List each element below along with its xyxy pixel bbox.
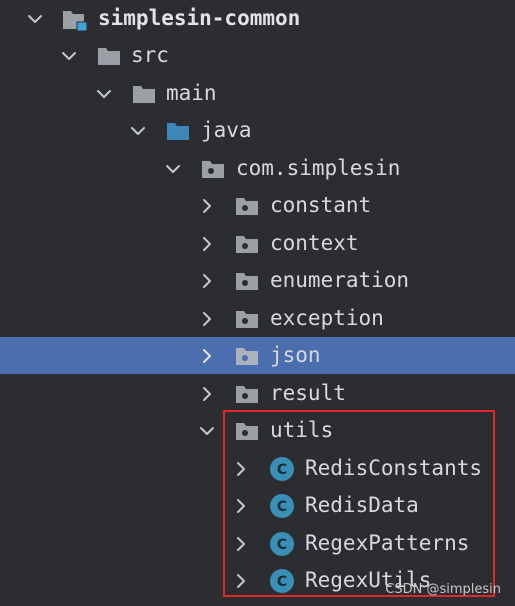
class-icon: C bbox=[269, 531, 295, 557]
tree-item-label: RedisConstants bbox=[305, 456, 483, 480]
chevron-down-icon[interactable] bbox=[27, 11, 43, 27]
tree-item-label: constant bbox=[270, 193, 372, 217]
tree-item-label: enumeration bbox=[270, 268, 410, 292]
folder-icon bbox=[97, 45, 120, 67]
package-icon bbox=[201, 158, 224, 180]
tree-item-redisdata[interactable]: C RedisData bbox=[0, 487, 515, 524]
tree-item-json[interactable]: json bbox=[0, 337, 515, 374]
tree-item-com-simplesin[interactable]: com.simplesin bbox=[0, 150, 515, 187]
tree-item-enumeration[interactable]: enumeration bbox=[0, 262, 515, 299]
package-icon bbox=[235, 308, 258, 330]
chevron-right-icon[interactable] bbox=[233, 498, 249, 514]
tree-item-label: exception bbox=[270, 306, 384, 330]
tree-item-label: com.simplesin bbox=[236, 156, 401, 180]
tree-item-label: simplesin-common bbox=[98, 6, 301, 30]
tree-item-label: RegexPatterns bbox=[305, 531, 470, 555]
chevron-right-icon[interactable] bbox=[233, 536, 249, 552]
package-icon bbox=[235, 345, 258, 367]
chevron-right-icon[interactable] bbox=[199, 311, 215, 327]
tree-item-label: main bbox=[166, 81, 217, 105]
tree-item-exception[interactable]: exception bbox=[0, 300, 515, 337]
chevron-down-icon[interactable] bbox=[130, 123, 146, 139]
tree-item-java[interactable]: java bbox=[0, 112, 515, 149]
tree-item-result[interactable]: result bbox=[0, 375, 515, 412]
chevron-right-icon[interactable] bbox=[199, 386, 215, 402]
tree-item-main[interactable]: main bbox=[0, 75, 515, 112]
chevron-down-icon[interactable] bbox=[199, 423, 215, 439]
chevron-right-icon[interactable] bbox=[199, 236, 215, 252]
tree-item-simplesin-common[interactable]: simplesin-common bbox=[0, 0, 515, 37]
tree-item-label: result bbox=[270, 381, 346, 405]
chevron-down-icon[interactable] bbox=[96, 86, 112, 102]
package-icon bbox=[235, 195, 258, 217]
tree-item-label: src bbox=[131, 43, 169, 67]
tree-item-label: RedisData bbox=[305, 493, 419, 517]
chevron-right-icon[interactable] bbox=[199, 198, 215, 214]
tree-item-src[interactable]: src bbox=[0, 37, 515, 74]
svg-text:C: C bbox=[277, 537, 287, 553]
chevron-right-icon[interactable] bbox=[199, 273, 215, 289]
class-icon: C bbox=[269, 493, 295, 519]
package-icon bbox=[235, 383, 258, 405]
chevron-right-icon[interactable] bbox=[233, 573, 249, 589]
tree-item-utils[interactable]: utils bbox=[0, 412, 515, 449]
tree-item-label: utils bbox=[270, 418, 334, 442]
chevron-right-icon[interactable] bbox=[199, 348, 215, 364]
project-tree: simplesin-common src main java com.simpl… bbox=[0, 0, 515, 606]
package-icon bbox=[235, 233, 258, 255]
tree-item-regexpatterns[interactable]: C RegexPatterns bbox=[0, 525, 515, 562]
folder-icon bbox=[132, 83, 155, 105]
watermark: CSDN @simplesin bbox=[385, 582, 501, 597]
chevron-right-icon[interactable] bbox=[233, 461, 249, 477]
svg-text:C: C bbox=[277, 499, 287, 515]
svg-text:C: C bbox=[277, 574, 287, 590]
tree-item-label: context bbox=[270, 231, 359, 255]
tree-item-label: json bbox=[270, 343, 321, 367]
package-icon bbox=[235, 270, 258, 292]
chevron-down-icon[interactable] bbox=[165, 161, 181, 177]
class-icon: C bbox=[269, 568, 295, 594]
class-icon: C bbox=[269, 456, 295, 482]
tree-item-label: java bbox=[201, 118, 252, 142]
svg-text:C: C bbox=[277, 462, 287, 478]
tree-item-context[interactable]: context bbox=[0, 225, 515, 262]
chevron-down-icon[interactable] bbox=[61, 48, 77, 64]
tree-item-redisconstants[interactable]: C RedisConstants bbox=[0, 450, 515, 487]
package-icon bbox=[235, 420, 258, 442]
tree-item-constant[interactable]: constant bbox=[0, 187, 515, 224]
source-root-folder-icon bbox=[166, 120, 189, 142]
module-folder-icon bbox=[62, 8, 88, 32]
